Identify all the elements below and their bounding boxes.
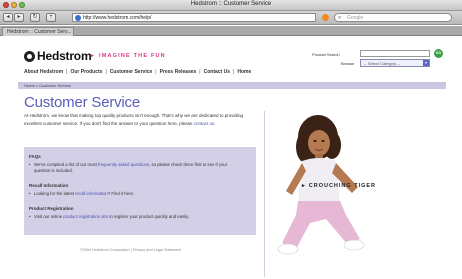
window-title: Hedstrom :: Customer Service bbox=[190, 1, 272, 7]
tagline-text: IMAGINE THE FUN bbox=[98, 53, 166, 59]
web-page: Hedstrom ▸ IMAGINE THE FUN Product Search… bbox=[18, 37, 446, 279]
nav-separator: | bbox=[199, 69, 201, 75]
recall-heading: Recall Information bbox=[29, 183, 69, 188]
rss-icon[interactable] bbox=[322, 14, 329, 21]
site-favicon-icon bbox=[75, 15, 81, 21]
nav-home[interactable]: Home bbox=[237, 69, 251, 75]
product-search-label: Product Search bbox=[312, 52, 340, 57]
recall-link[interactable]: recall information bbox=[75, 191, 108, 196]
caption-arrow-icon: ▸ bbox=[302, 183, 306, 189]
tab-bar: Hedstrom :: Customer Serv... bbox=[0, 26, 462, 36]
nav-about[interactable]: About Hedstrom bbox=[24, 69, 63, 75]
faqs-item: We've compiled a list of our most freque… bbox=[29, 162, 244, 174]
add-bookmark-button[interactable]: + bbox=[46, 13, 56, 22]
nav-separator: | bbox=[233, 69, 235, 75]
contact-us-link[interactable]: contact us. bbox=[194, 121, 216, 126]
registration-text-before: Visit our online bbox=[34, 214, 64, 219]
chevron-down-icon: ▾ bbox=[423, 60, 429, 66]
registration-text-after: to register your product quickly and eas… bbox=[107, 214, 190, 219]
browser-toolbar: ◂ ▸ ↻ + http://www.hedstrom.com/help/ ⌕ … bbox=[0, 11, 462, 25]
forward-button[interactable]: ▸ bbox=[14, 13, 24, 22]
girl-illustration bbox=[277, 115, 365, 255]
tab-customer-service[interactable]: Hedstrom :: Customer Serv... bbox=[2, 27, 74, 36]
crouching-tiger-caption[interactable]: ▸ CROUCHING TIGER bbox=[302, 183, 376, 189]
nav-customer-service[interactable]: Customer Service bbox=[110, 69, 153, 75]
hedstrom-logo[interactable]: Hedstrom bbox=[24, 49, 92, 63]
browse-category-select[interactable]: -- Select Category -- ▾ bbox=[360, 59, 430, 67]
tagline: ▸ IMAGINE THE FUN bbox=[91, 53, 166, 59]
registration-item: Visit our online product registration si… bbox=[29, 214, 244, 220]
product-search-input[interactable] bbox=[360, 50, 430, 57]
hedstrom-logo-icon bbox=[24, 50, 35, 62]
browse-selected-value: -- Select Category -- bbox=[364, 61, 401, 66]
page-footer[interactable]: ©2004 Hedstrom Corporation | Privacy and… bbox=[80, 248, 181, 252]
intro-paragraph: At Hedstrom, we know that making top qua… bbox=[24, 112, 256, 128]
registration-heading: Product Registration bbox=[29, 206, 74, 211]
feature-photo-girl bbox=[266, 111, 446, 279]
nav-separator: | bbox=[66, 69, 68, 75]
go-button[interactable]: GO bbox=[434, 49, 443, 58]
caption-text: CROUCHING TIGER bbox=[308, 183, 377, 189]
faqs-heading: FAQs bbox=[29, 154, 41, 159]
breadcrumb[interactable]: Home > Customer Service bbox=[18, 82, 446, 89]
logo-text: Hedstrom bbox=[37, 49, 92, 63]
search-icon: ⌕ bbox=[338, 15, 342, 21]
address-bar[interactable]: http://www.hedstrom.com/help/ bbox=[72, 13, 316, 22]
search-field[interactable]: ⌕ Google bbox=[334, 13, 452, 22]
title-bar: Hedstrom :: Customer Service bbox=[0, 0, 462, 11]
help-topics-box: FAQs We've compiled a list of our most f… bbox=[24, 147, 256, 235]
recall-item: Looking for the latest recall informatio… bbox=[29, 191, 244, 197]
registration-link[interactable]: product registration site bbox=[63, 214, 108, 219]
back-button[interactable]: ◂ bbox=[3, 13, 13, 22]
browser-window: Hedstrom :: Customer Service ◂ ▸ ↻ + htt… bbox=[0, 0, 462, 279]
column-divider bbox=[264, 111, 265, 277]
nav-separator: | bbox=[155, 69, 157, 75]
top-navigation: About Hedstrom | Our Products | Customer… bbox=[24, 69, 251, 75]
reload-button[interactable]: ↻ bbox=[30, 13, 40, 22]
nav-press-releases[interactable]: Press Releases bbox=[160, 69, 197, 75]
nav-separator: | bbox=[105, 69, 107, 75]
page-title: Customer Service bbox=[24, 94, 141, 111]
faqs-text-before: We've compiled a list of our most bbox=[34, 162, 99, 167]
faq-link[interactable]: frequently asked questions bbox=[98, 162, 149, 167]
search-placeholder: Google bbox=[347, 15, 364, 21]
recall-text-after: ? Find it here. bbox=[107, 191, 135, 196]
nav-products[interactable]: Our Products bbox=[70, 69, 102, 75]
nav-contact[interactable]: Contact Us bbox=[204, 69, 230, 75]
tagline-arrow-icon: ▸ bbox=[91, 53, 95, 59]
browse-label: Browse bbox=[341, 61, 355, 66]
recall-text-before: Looking for the latest bbox=[34, 191, 76, 196]
url-text: http://www.hedstrom.com/help/ bbox=[83, 15, 152, 21]
